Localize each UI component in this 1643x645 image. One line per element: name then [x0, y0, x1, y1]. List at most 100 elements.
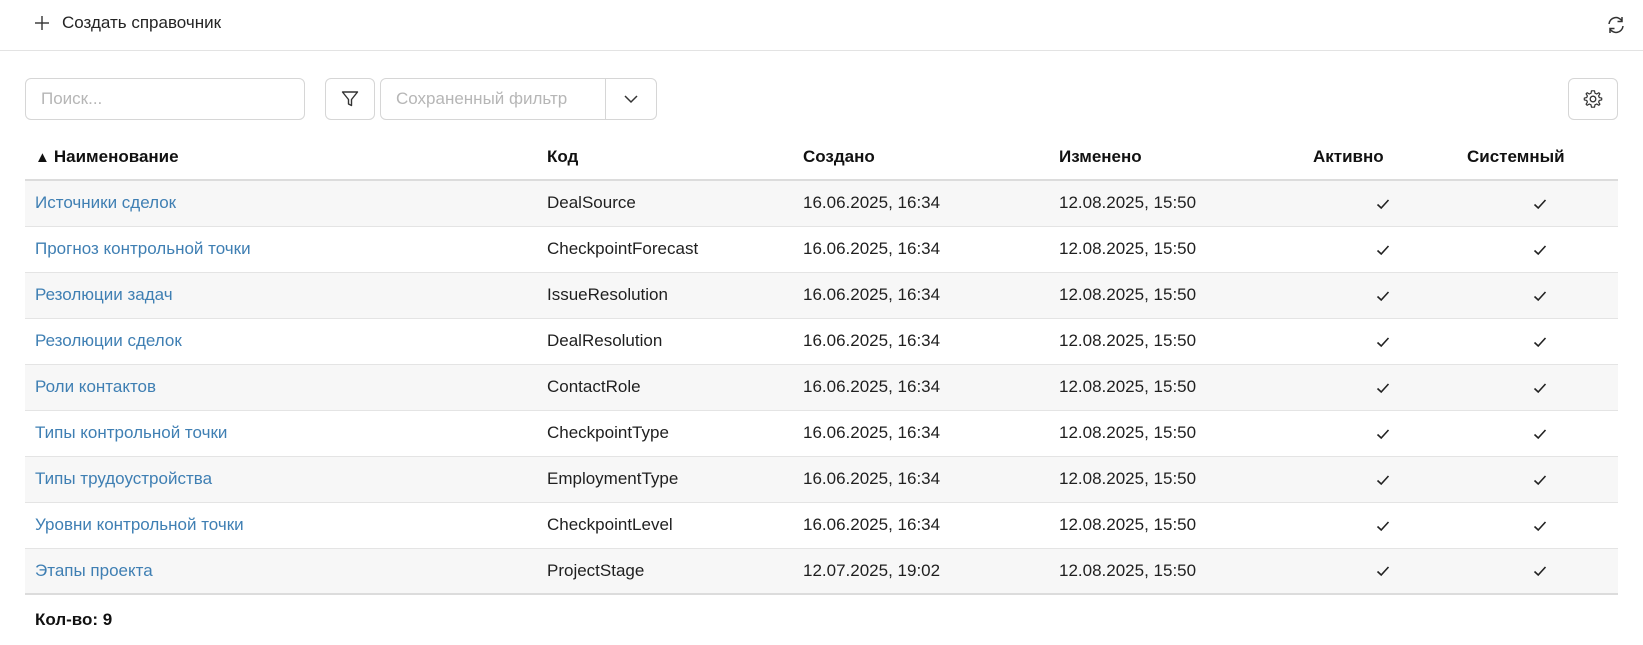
cell-system: [1461, 502, 1618, 549]
cell-code: DealResolution: [537, 318, 793, 365]
column-header-changed[interactable]: Изменено: [1049, 134, 1305, 181]
table-row[interactable]: Этапы проекта ProjectStage 12.07.2025, 19:…: [25, 548, 1618, 595]
cell-system: [1461, 548, 1618, 595]
cell-name: Резолюции сделок: [25, 318, 537, 365]
directory-link[interactable]: Роли контактов: [35, 377, 156, 396]
cell-active: [1305, 410, 1461, 457]
directories-table: ▲ Наименование Код Создано Изменено Актив…: [25, 134, 1618, 595]
cell-created: 16.06.2025, 16:34: [793, 502, 1049, 549]
cell-name: Этапы проекта: [25, 548, 537, 595]
saved-filter-select[interactable]: Сохраненный фильтр: [380, 78, 657, 120]
cell-changed: 12.08.2025, 15:50: [1049, 456, 1305, 503]
sort-ascending-icon: ▲: [35, 148, 50, 166]
record-count: Кол-во: 9: [35, 610, 113, 629]
column-header-code[interactable]: Код: [537, 134, 793, 181]
directory-link[interactable]: Резолюции задач: [35, 285, 173, 304]
cell-system: [1461, 410, 1618, 457]
table-row[interactable]: Источники сделок DealSource 16.06.2025, 16…: [25, 180, 1618, 227]
check-icon: [1533, 290, 1546, 301]
directory-link[interactable]: Типы трудоустройства: [35, 469, 212, 488]
column-header-created[interactable]: Создано: [793, 134, 1049, 181]
cell-system: [1461, 456, 1618, 503]
check-icon: [1376, 336, 1390, 347]
directory-link[interactable]: Типы контрольной точки: [35, 423, 227, 442]
table-row[interactable]: Прогноз контрольной точки CheckpointForec…: [25, 226, 1618, 273]
check-icon: [1533, 566, 1546, 577]
cell-active: [1305, 226, 1461, 273]
cell-code: DealSource: [537, 180, 793, 227]
top-toolbar: Создать справочник: [0, 0, 1643, 51]
cell-created: 16.06.2025, 16:34: [793, 226, 1049, 273]
directory-link[interactable]: Прогноз контрольной точки: [35, 239, 251, 258]
check-icon: [1376, 566, 1390, 577]
cell-name: Резолюции задач: [25, 272, 537, 319]
check-icon: [1533, 428, 1546, 439]
cell-created: 16.06.2025, 16:34: [793, 180, 1049, 227]
cell-name: Источники сделок: [25, 180, 537, 227]
table-row[interactable]: Резолюции сделок DealResolution 16.06.2025…: [25, 318, 1618, 365]
cell-active: [1305, 180, 1461, 227]
cell-name: Типы трудоустройства: [25, 456, 537, 503]
cell-code: EmploymentType: [537, 456, 793, 503]
cell-changed: 12.08.2025, 15:50: [1049, 502, 1305, 549]
create-directory-button[interactable]: Создать справочник: [34, 13, 221, 33]
cell-changed: 12.08.2025, 15:50: [1049, 318, 1305, 365]
check-icon: [1533, 474, 1546, 485]
table-row[interactable]: Уровни контрольной точки CheckpointLevel 1…: [25, 502, 1618, 549]
saved-filter-dropdown-button[interactable]: [606, 79, 656, 119]
table-header-row: ▲ Наименование Код Создано Изменено Актив…: [25, 134, 1618, 181]
check-icon: [1533, 336, 1546, 347]
directory-link[interactable]: Источники сделок: [35, 193, 176, 212]
cell-code: IssueResolution: [537, 272, 793, 319]
cell-created: 16.06.2025, 16:34: [793, 410, 1049, 457]
search-input[interactable]: [25, 78, 305, 120]
cell-changed: 12.08.2025, 15:50: [1049, 226, 1305, 273]
cell-changed: 12.08.2025, 15:50: [1049, 364, 1305, 411]
check-icon: [1533, 244, 1546, 255]
directory-link[interactable]: Резолюции сделок: [35, 331, 182, 350]
check-icon: [1533, 520, 1546, 531]
gear-icon: [1583, 90, 1603, 108]
check-icon: [1376, 199, 1390, 209]
funnel-icon: [341, 91, 359, 107]
filter-toolbar: Сохраненный фильтр: [25, 78, 1618, 120]
check-icon: [1533, 382, 1546, 393]
table-row[interactable]: Типы трудоустройства EmploymentType 16.06.…: [25, 456, 1618, 503]
table-row[interactable]: Резолюции задач IssueResolution 16.06.2025…: [25, 272, 1618, 319]
cell-changed: 12.08.2025, 15:50: [1049, 272, 1305, 319]
cell-name: Роли контактов: [25, 364, 537, 411]
refresh-icon[interactable]: [1605, 14, 1627, 36]
cell-changed: 12.08.2025, 15:50: [1049, 180, 1305, 227]
table-row[interactable]: Типы контрольной точки CheckpointType 16.0…: [25, 410, 1618, 457]
cell-active: [1305, 272, 1461, 319]
cell-code: ContactRole: [537, 364, 793, 411]
table-row[interactable]: Роли контактов ContactRole 16.06.2025, 16:…: [25, 364, 1618, 411]
directory-link[interactable]: Этапы проекта: [35, 561, 153, 580]
settings-button[interactable]: [1568, 78, 1618, 120]
saved-filter-placeholder: Сохраненный фильтр: [381, 79, 606, 119]
cell-system: [1461, 180, 1618, 227]
check-icon: [1376, 428, 1390, 439]
column-header-name[interactable]: ▲ Наименование: [25, 134, 537, 181]
plus-icon: [35, 16, 49, 30]
directory-link[interactable]: Уровни контрольной точки: [35, 515, 244, 534]
cell-active: [1305, 364, 1461, 411]
cell-active: [1305, 548, 1461, 595]
cell-active: [1305, 502, 1461, 549]
cell-active: [1305, 456, 1461, 503]
cell-code: CheckpointForecast: [537, 226, 793, 273]
cell-system: [1461, 364, 1618, 411]
cell-name: Типы контрольной точки: [25, 410, 537, 457]
cell-created: 16.06.2025, 16:34: [793, 364, 1049, 411]
table-body: Источники сделок DealSource 16.06.2025, 16…: [25, 180, 1618, 595]
check-icon: [1376, 244, 1390, 255]
filter-button[interactable]: [325, 78, 375, 120]
create-directory-label: Создать справочник: [62, 13, 222, 32]
chevron-down-icon: [624, 95, 638, 104]
cell-name: Уровни контрольной точки: [25, 502, 537, 549]
cell-active: [1305, 318, 1461, 365]
column-header-active[interactable]: Активно: [1305, 134, 1461, 181]
cell-code: CheckpointType: [537, 410, 793, 457]
column-header-system[interactable]: Системный: [1461, 134, 1618, 181]
cell-created: 12.07.2025, 19:02: [793, 548, 1049, 595]
